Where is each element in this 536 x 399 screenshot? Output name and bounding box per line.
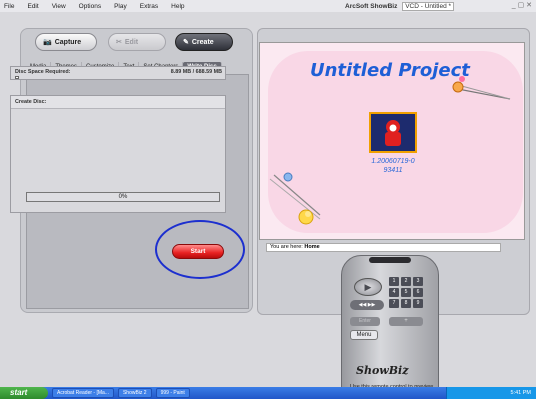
edit-button[interactable]: ✂ Edit	[108, 33, 166, 51]
scissors-icon: ✂	[116, 39, 122, 46]
location-prefix: You are here:	[270, 244, 303, 250]
number-button[interactable]: 9	[413, 299, 423, 308]
enter-button[interactable]: Enter	[350, 317, 380, 326]
number-pad: 1 2 3 4 5 6 7 8 9	[389, 277, 423, 308]
clip-thumbnail[interactable]	[369, 112, 417, 153]
capture-label: Capture	[54, 38, 82, 46]
diaper-pin-bottom-icon	[269, 172, 321, 225]
number-button[interactable]: 3	[413, 277, 423, 286]
preview-screen: Untitled Project 1.20060719-0 93411	[259, 42, 525, 240]
disc-space-label: Disc Space Required:	[15, 69, 71, 75]
taskbar-item-showbiz[interactable]: ShowBiz 2	[117, 388, 152, 398]
system-tray: 5:41 PM	[446, 387, 536, 399]
plus-button[interactable]: +	[389, 317, 423, 326]
number-button[interactable]: 7	[389, 299, 399, 308]
number-button[interactable]: 4	[389, 288, 399, 297]
window-controls[interactable]: _ ▢ ✕	[512, 1, 532, 9]
menu-button[interactable]: Menu	[350, 330, 378, 340]
camera-icon: 📷	[43, 39, 52, 46]
window-title: ArcSoft ShowBiz VCD - Untitled *	[345, 2, 455, 11]
create-label: Create	[191, 38, 214, 46]
highlight-circle	[155, 220, 245, 279]
number-button[interactable]: 2	[401, 277, 411, 286]
diaper-pin-top-icon	[452, 76, 511, 100]
number-button[interactable]: 5	[401, 288, 411, 297]
clock[interactable]: 5:41 PM	[511, 390, 531, 396]
disc-space-value: 8.89 MB / 688.59 MB	[170, 69, 222, 75]
toy-figure-icon	[371, 114, 415, 151]
remote-ir-window	[369, 257, 411, 263]
skip-buttons[interactable]: ◀◀ ▶▶	[350, 300, 384, 310]
number-button[interactable]: 1	[389, 277, 399, 286]
menu-view[interactable]: View	[52, 3, 66, 10]
project-title: Untitled Project	[310, 60, 470, 81]
menu-options[interactable]: Options	[79, 3, 101, 10]
taskbar-item-paint[interactable]: 999 - Paint	[155, 388, 190, 398]
menu-bar: File Edit View Options Play Extras Help	[0, 0, 536, 12]
taskbar-item-acrobat[interactable]: Acrobat Reader - [Ma...	[52, 388, 114, 398]
create-disc-label: Create Disc:	[11, 96, 225, 109]
menu-file[interactable]: File	[4, 3, 14, 10]
remote-control: ▶ ◀◀ ▶▶ 1 2 3 4 5 6 7 8 9 Enter + Menu S…	[341, 255, 439, 398]
number-button[interactable]: 8	[401, 299, 411, 308]
document-title: VCD - Untitled *	[402, 2, 455, 11]
wand-icon: ✎	[183, 39, 189, 46]
disc-space-bar	[15, 76, 19, 79]
create-button[interactable]: ✎ Create	[175, 33, 233, 51]
edit-label: Edit	[124, 38, 139, 46]
location-value[interactable]: Home	[304, 244, 319, 250]
showbiz-logo: ShowBiz	[356, 364, 409, 377]
progress-bar: 0%	[26, 192, 220, 202]
number-button[interactable]: 6	[413, 288, 423, 297]
menu-edit[interactable]: Edit	[27, 3, 38, 10]
location-bar: You are here: Home	[266, 243, 501, 252]
taskbar: start Acrobat Reader - [Ma... ShowBiz 2 …	[0, 387, 536, 399]
capture-button[interactable]: 📷 Capture	[35, 33, 97, 51]
disc-space-section: Disc Space Required: 8.89 MB / 688.59 MB	[10, 66, 226, 80]
app-area: 📷 Capture ✂ Edit ✎ Create Media Themes C…	[0, 12, 536, 398]
menu-extras[interactable]: Extras	[140, 3, 158, 10]
thumbnail-caption: 1.20060719-0 93411	[371, 158, 415, 174]
menu-help[interactable]: Help	[171, 3, 184, 10]
start-menu-button[interactable]: start	[0, 387, 48, 399]
app-name: ArcSoft ShowBiz	[345, 3, 398, 10]
menu-play[interactable]: Play	[114, 3, 127, 10]
play-button[interactable]: ▶	[354, 278, 382, 296]
